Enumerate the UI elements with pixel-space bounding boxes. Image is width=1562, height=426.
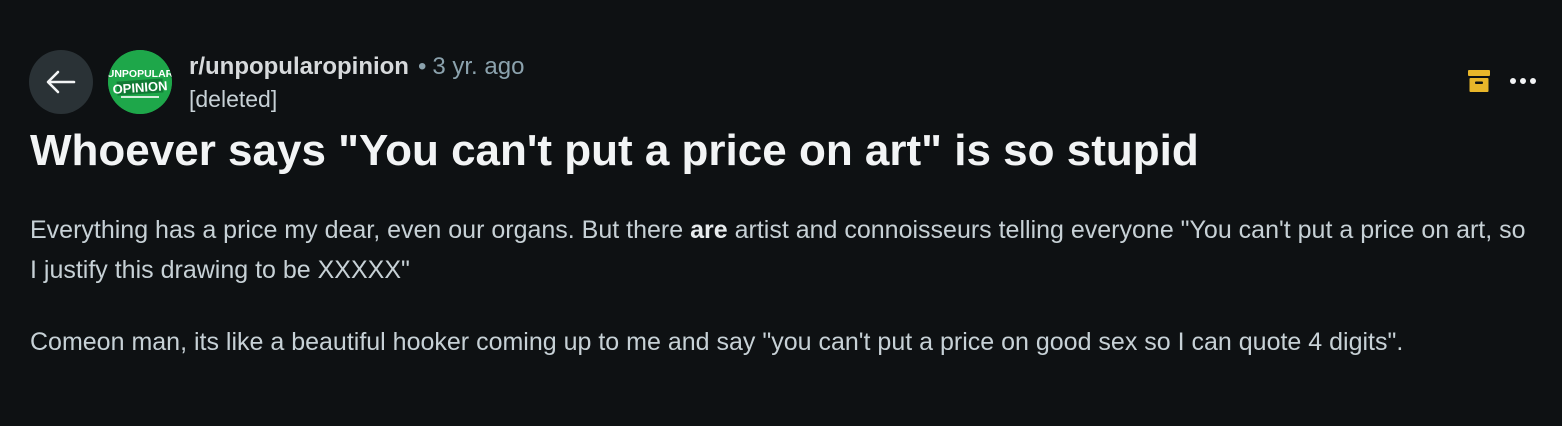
post-meta: r/unpopularopinion • 3 yr. ago [deleted]	[189, 52, 524, 114]
author-name: [deleted]	[189, 86, 278, 112]
post-body: Everything has a price my dear, even our…	[30, 210, 1530, 362]
archive-icon[interactable]	[1465, 67, 1493, 95]
arrow-left-icon	[46, 70, 76, 94]
unpopular-opinion-logo: UNPOPULAR OPINION	[108, 50, 172, 114]
back-button[interactable]	[29, 50, 93, 114]
post-page: UNPOPULAR OPINION r/unpopularopinion • 3…	[0, 0, 1562, 426]
separator-dot: •	[417, 53, 427, 80]
post-title: Whoever says "You can't put a price on a…	[30, 126, 1199, 175]
more-options-button[interactable]	[1506, 64, 1540, 98]
body-paragraph-1: Everything has a price my dear, even our…	[30, 216, 1526, 284]
community-avatar[interactable]: UNPOPULAR OPINION	[108, 50, 172, 114]
post-age: 3 yr. ago	[432, 53, 525, 80]
community-name[interactable]: r/unpopularopinion	[189, 52, 409, 82]
emphasis-text: are	[690, 216, 728, 244]
more-horizontal-icon	[1510, 78, 1536, 84]
body-paragraph-2: Comeon man, its like a beautiful hooker …	[30, 328, 1404, 356]
